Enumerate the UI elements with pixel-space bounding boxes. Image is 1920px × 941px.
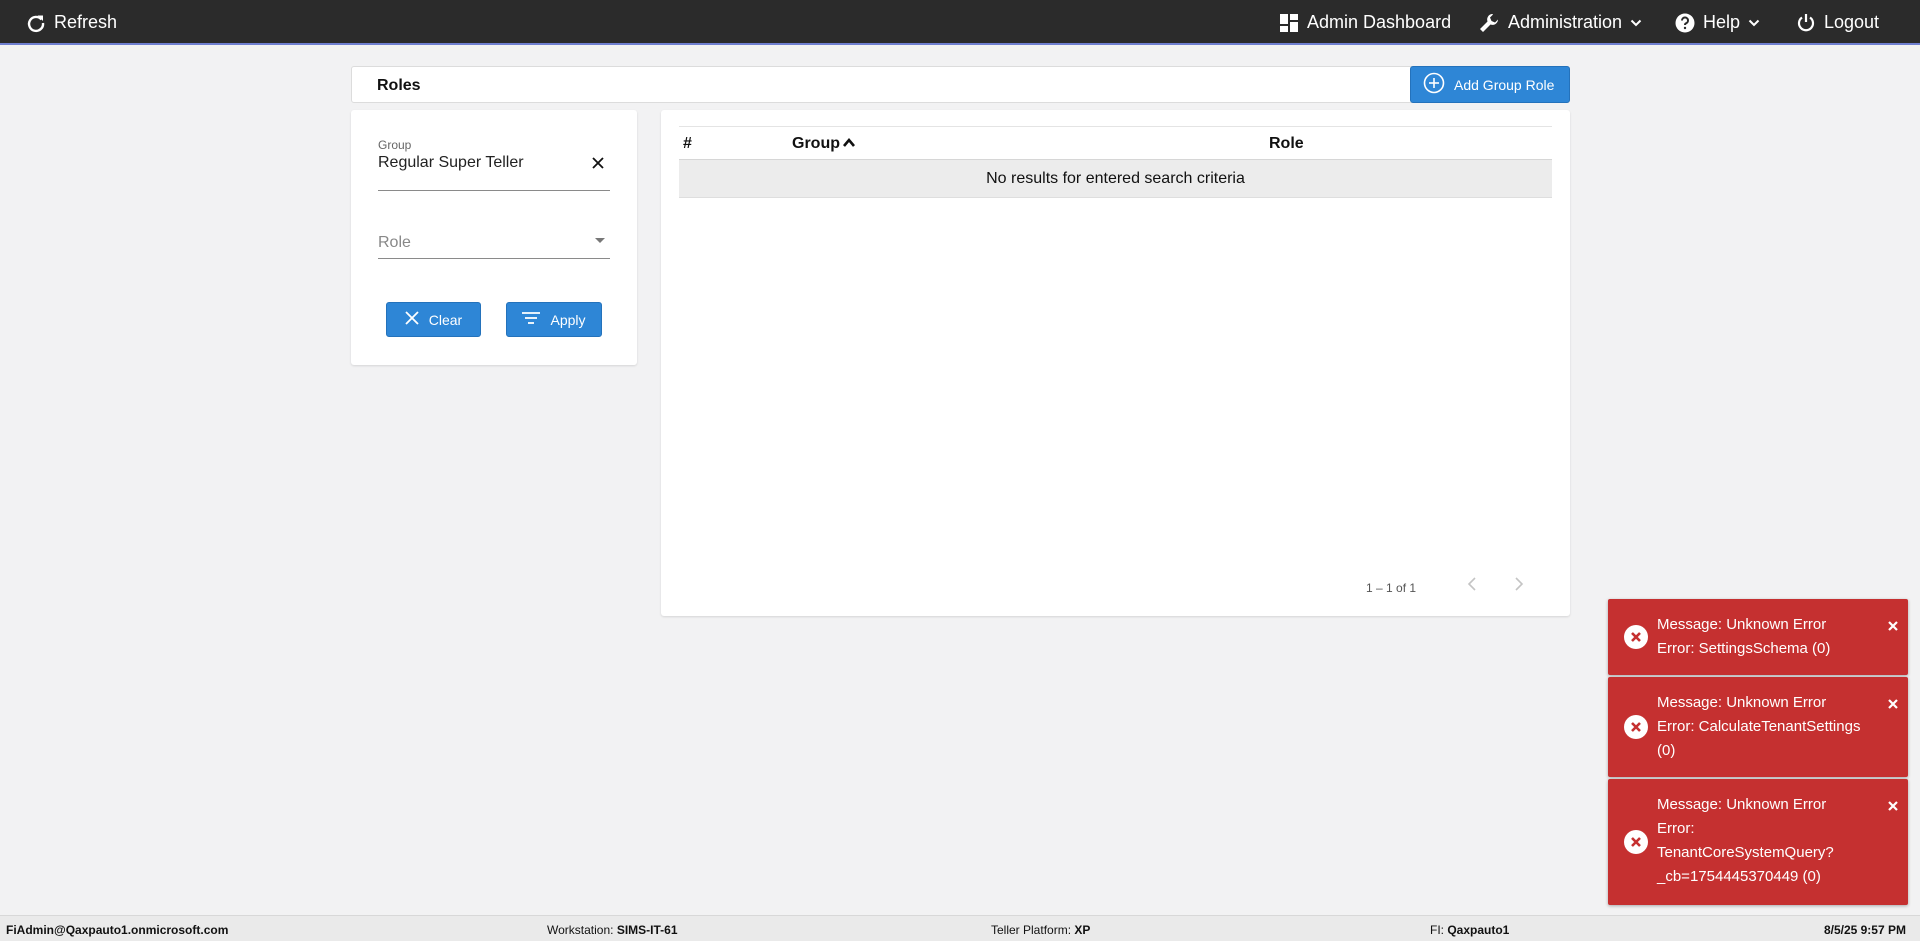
toast-line: Message: Unknown Error: [1657, 694, 1827, 711]
pagination-range: 1 – 1 of 1: [1366, 581, 1417, 595]
error-icon: [1624, 715, 1648, 739]
close-toast-icon[interactable]: [1888, 795, 1898, 819]
role-select-placeholder: Role: [378, 234, 411, 251]
error-toast: Message: Unknown Error Error: SettingsSc…: [1608, 599, 1908, 675]
status-datetime: 8/5/25 9:57 PM: [1823, 923, 1906, 937]
toast-message: Message: Unknown Error Error: TenantCore…: [1657, 793, 1882, 889]
help-icon: [1675, 13, 1695, 33]
refresh-icon: [26, 13, 46, 33]
dropdown-arrow-icon: [595, 238, 605, 243]
toast-message: Message: Unknown Error Error: SettingsSc…: [1657, 613, 1882, 661]
platform-value: XP: [1074, 923, 1091, 937]
results-table-card: # Group Role No results for entered sear…: [661, 110, 1570, 616]
toast-line: Message: Unknown Error: [1657, 796, 1827, 813]
filter-panel: Group Regular Super Teller Role Clear Ap…: [351, 110, 637, 365]
fi-label: FI:: [1430, 923, 1444, 937]
chevron-left-icon: [1467, 576, 1477, 596]
page-title: Roles: [377, 77, 421, 94]
workstation-value: SIMS-IT-61: [616, 923, 678, 937]
previous-page-button[interactable]: [1462, 576, 1482, 596]
error-toast: Message: Unknown Error Error: CalculateT…: [1608, 677, 1908, 777]
toast-line: _cb=1754445370449 (0): [1657, 868, 1821, 885]
status-user: FiAdmin@Qaxpauto1.onmicrosoft.com: [6, 923, 229, 937]
status-teller-platform: Teller Platform: XP: [991, 923, 1090, 937]
toast-line: Error: SettingsSchema (0): [1657, 640, 1831, 657]
next-page-button[interactable]: [1509, 576, 1529, 596]
wrench-icon: [1478, 12, 1500, 34]
dashboard-icon: [1279, 13, 1299, 33]
toast-line: (0): [1657, 742, 1676, 759]
admin-dashboard-label: Admin Dashboard: [1307, 12, 1452, 32]
close-toast-icon[interactable]: [1888, 693, 1898, 717]
administration-menu[interactable]: Administration: [1478, 0, 1642, 45]
top-navigation-bar: Refresh Admin Dashboard Administration H…: [0, 0, 1920, 45]
status-bar: FiAdmin@Qaxpauto1.onmicrosoft.com Workst…: [0, 915, 1920, 941]
sort-ascending-icon: [842, 135, 856, 153]
close-toast-icon[interactable]: [1888, 615, 1898, 639]
chevron-right-icon: [1514, 576, 1524, 596]
column-header-number: #: [683, 135, 692, 152]
help-label: Help: [1703, 12, 1741, 32]
group-field[interactable]: Group Regular Super Teller: [378, 138, 610, 191]
error-icon: [1624, 625, 1648, 649]
clear-label: Clear: [428, 311, 463, 328]
help-menu[interactable]: Help: [1675, 0, 1760, 45]
apply-button[interactable]: Apply: [506, 302, 602, 337]
workstation-label: Workstation:: [547, 923, 614, 937]
column-header-role: Role: [1269, 135, 1304, 152]
admin-dashboard-link[interactable]: Admin Dashboard: [1279, 0, 1451, 45]
error-toast: Message: Unknown Error Error: TenantCore…: [1608, 779, 1908, 905]
role-select[interactable]: Role: [378, 220, 610, 259]
fi-value: Qaxpauto1: [1447, 923, 1510, 937]
status-workstation: Workstation: SIMS-IT-61: [547, 923, 678, 937]
toast-line: Error: CalculateTenantSettings: [1657, 718, 1861, 735]
power-icon: [1796, 13, 1816, 33]
refresh-button[interactable]: Refresh: [26, 0, 117, 45]
logout-label: Logout: [1824, 12, 1880, 32]
add-circle-icon: [1423, 72, 1445, 97]
group-field-value[interactable]: Regular Super Teller: [378, 154, 524, 172]
error-icon: [1624, 830, 1648, 854]
refresh-label: Refresh: [54, 12, 118, 32]
empty-results-row: No results for entered search criteria: [679, 160, 1552, 198]
logout-button[interactable]: Logout: [1796, 0, 1879, 45]
group-field-label: Group: [378, 138, 412, 152]
add-group-role-label: Add Group Role: [1454, 76, 1555, 93]
platform-label: Teller Platform:: [991, 923, 1072, 937]
page-header: Roles Add Group Role: [351, 66, 1570, 103]
column-header-group-label: Group: [792, 135, 840, 152]
apply-label: Apply: [550, 311, 586, 328]
table-header: # Group Role: [679, 126, 1552, 160]
toast-line: TenantCoreSystemQuery?: [1657, 844, 1834, 861]
status-fi: FI: Qaxpauto1: [1430, 923, 1509, 937]
toast-message: Message: Unknown Error Error: CalculateT…: [1657, 691, 1882, 763]
close-icon: [405, 311, 419, 328]
filter-icon: [522, 311, 541, 328]
toast-line: Message: Unknown Error: [1657, 616, 1827, 633]
toast-line: Error:: [1657, 820, 1695, 837]
clear-button[interactable]: Clear: [386, 302, 481, 337]
chevron-down-icon: [1630, 17, 1642, 29]
clear-group-icon[interactable]: [592, 156, 604, 174]
add-group-role-button[interactable]: Add Group Role: [1410, 66, 1570, 103]
chevron-down-icon: [1748, 17, 1760, 29]
column-header-group[interactable]: Group: [792, 135, 856, 153]
administration-label: Administration: [1508, 12, 1623, 32]
